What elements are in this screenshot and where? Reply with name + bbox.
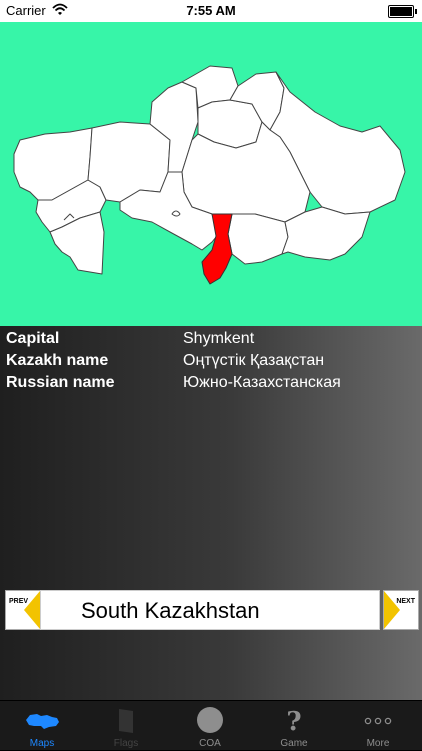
battery-icon — [388, 5, 417, 18]
info-key: Capital — [6, 330, 60, 347]
tab-label: Flags — [113, 738, 139, 749]
tab-label: More — [366, 738, 390, 749]
prev-button[interactable]: PREV — [5, 590, 41, 630]
coat-of-arms-icon — [197, 707, 223, 733]
region-zhambyl[interactable] — [227, 213, 289, 265]
flag-icon — [119, 709, 133, 733]
tab-maps[interactable]: Maps — [0, 701, 84, 751]
arrow-left-icon — [24, 591, 40, 629]
tab-label: COA — [199, 738, 221, 749]
tab-more[interactable]: More — [336, 701, 420, 751]
svg-text:?: ? — [286, 707, 301, 734]
info-row-kazakh-name: Kazakh name Оңтүстік Қазақстан — [0, 352, 422, 374]
region-name-label: South Kazakhstan — [40, 590, 380, 630]
status-bar: Carrier 7:55 AM — [0, 0, 422, 22]
tab-coa[interactable]: COA — [168, 701, 252, 751]
tab-label: Game — [280, 738, 308, 749]
region-navigation: PREV South Kazakhstan NEXT — [0, 590, 422, 630]
next-label: NEXT — [396, 598, 415, 605]
info-row-russian-name: Russian name Южно-Казахстанская — [0, 374, 422, 396]
map-view[interactable] — [0, 22, 422, 326]
map-icon — [26, 714, 59, 729]
kazakhstan-map[interactable] — [0, 22, 422, 326]
info-value: Оңтүстік Қазақстан — [183, 352, 325, 369]
info-key: Kazakh name — [6, 352, 109, 369]
info-key: Russian name — [6, 374, 115, 391]
info-value: Shymkent — [183, 330, 255, 347]
region-details: Capital Shymkent Kazakh name Оңтүстік Қа… — [0, 326, 422, 700]
info-row-capital: Capital Shymkent — [0, 330, 422, 352]
tab-flags[interactable]: Flags — [84, 701, 168, 751]
tab-bar: Maps Flags COA ? Game More — [0, 700, 422, 750]
arrow-right-icon — [384, 591, 400, 629]
more-icon — [364, 717, 392, 725]
info-value: Южно-Казахстанская — [183, 374, 341, 391]
tab-label: Maps — [29, 738, 55, 749]
next-button[interactable]: NEXT — [383, 590, 419, 630]
clock: 7:55 AM — [186, 3, 236, 18]
tab-game[interactable]: ? Game — [252, 701, 336, 751]
question-mark-icon: ? — [286, 707, 301, 734]
